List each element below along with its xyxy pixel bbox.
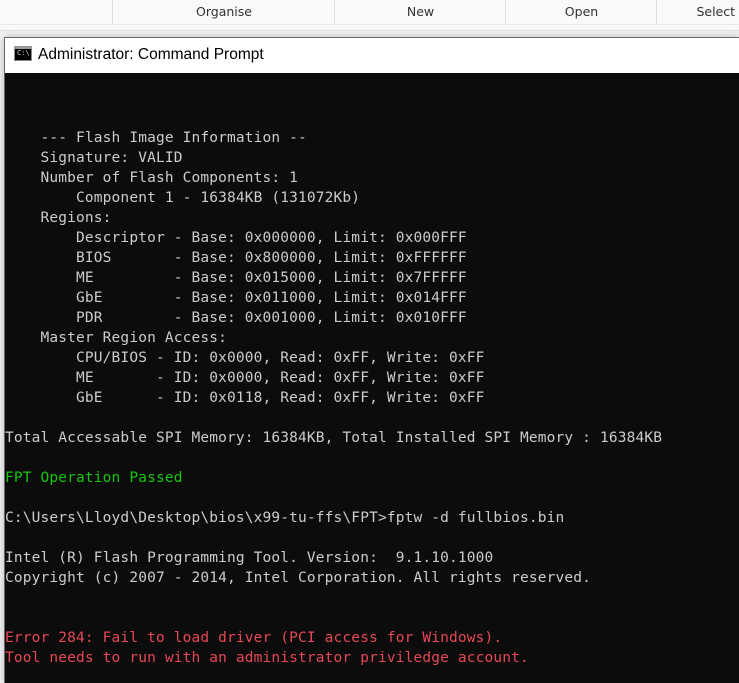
console-line: PDR - Base: 0x001000, Limit: 0x010FFF xyxy=(5,310,467,326)
window-titlebar[interactable]: C:\ Administrator: Command Prompt xyxy=(5,38,739,73)
console-line: GbE - Base: 0x011000, Limit: 0x014FFF xyxy=(5,290,467,306)
ribbon-group-select[interactable]: Select xyxy=(656,0,739,24)
explorer-ribbon: Organise New Open Select xyxy=(0,0,739,31)
ribbon-divider xyxy=(0,24,739,25)
console-output-area[interactable]: --- Flash Image Information -- Signature… xyxy=(5,73,739,683)
ribbon-group-new[interactable]: New xyxy=(334,0,506,24)
console-line: Component 1 - 16384KB (131072Kb) xyxy=(5,190,361,206)
console-line: C:\Users\Lloyd\Desktop\bios\x99-tu-ffs\F… xyxy=(5,510,565,526)
command-prompt-window[interactable]: C:\ Administrator: Command Prompt --- Fl… xyxy=(4,37,739,683)
console-line: Signature: VALID xyxy=(5,150,183,166)
console-line: Total Accessable SPI Memory: 16384KB, To… xyxy=(5,430,663,446)
console-line: Master Region Access: xyxy=(5,330,227,346)
console-error-line: Error 284: Fail to load driver (PCI acce… xyxy=(5,630,503,646)
console-line: Number of Flash Components: 1 xyxy=(5,170,299,186)
console-line: Descriptor - Base: 0x000000, Limit: 0x00… xyxy=(5,230,467,246)
console-line: Intel (R) Flash Programming Tool. Versio… xyxy=(5,550,494,566)
console-error-line: Tool needs to run with an administrator … xyxy=(5,650,529,666)
console-success-line: FPT Operation Passed xyxy=(5,470,183,486)
console-text: --- Flash Image Information -- Signature… xyxy=(5,128,662,683)
console-line: GbE - ID: 0x0118, Read: 0xFF, Write: 0xF… xyxy=(5,390,485,406)
window-title: Administrator: Command Prompt xyxy=(38,46,264,63)
console-line: Copyright (c) 2007 - 2014, Intel Corpora… xyxy=(5,570,592,586)
console-line: --- Flash Image Information -- xyxy=(5,130,307,146)
command-prompt-icon[interactable]: C:\ xyxy=(14,46,32,61)
console-line: CPU/BIOS - ID: 0x0000, Read: 0xFF, Write… xyxy=(5,350,485,366)
console-line: ME - Base: 0x015000, Limit: 0x7FFFFF xyxy=(5,270,467,286)
console-line: ME - ID: 0x0000, Read: 0xFF, Write: 0xFF xyxy=(5,370,485,386)
ribbon-group-clipboard xyxy=(0,0,112,24)
console-line: BIOS - Base: 0x800000, Limit: 0xFFFFFF xyxy=(5,250,467,266)
desktop: Organise New Open Select C:\ Administrat… xyxy=(0,0,739,683)
ribbon-group-open[interactable]: Open xyxy=(505,0,657,24)
console-line: Regions: xyxy=(5,210,112,226)
ribbon-group-organise[interactable]: Organise xyxy=(112,0,335,24)
